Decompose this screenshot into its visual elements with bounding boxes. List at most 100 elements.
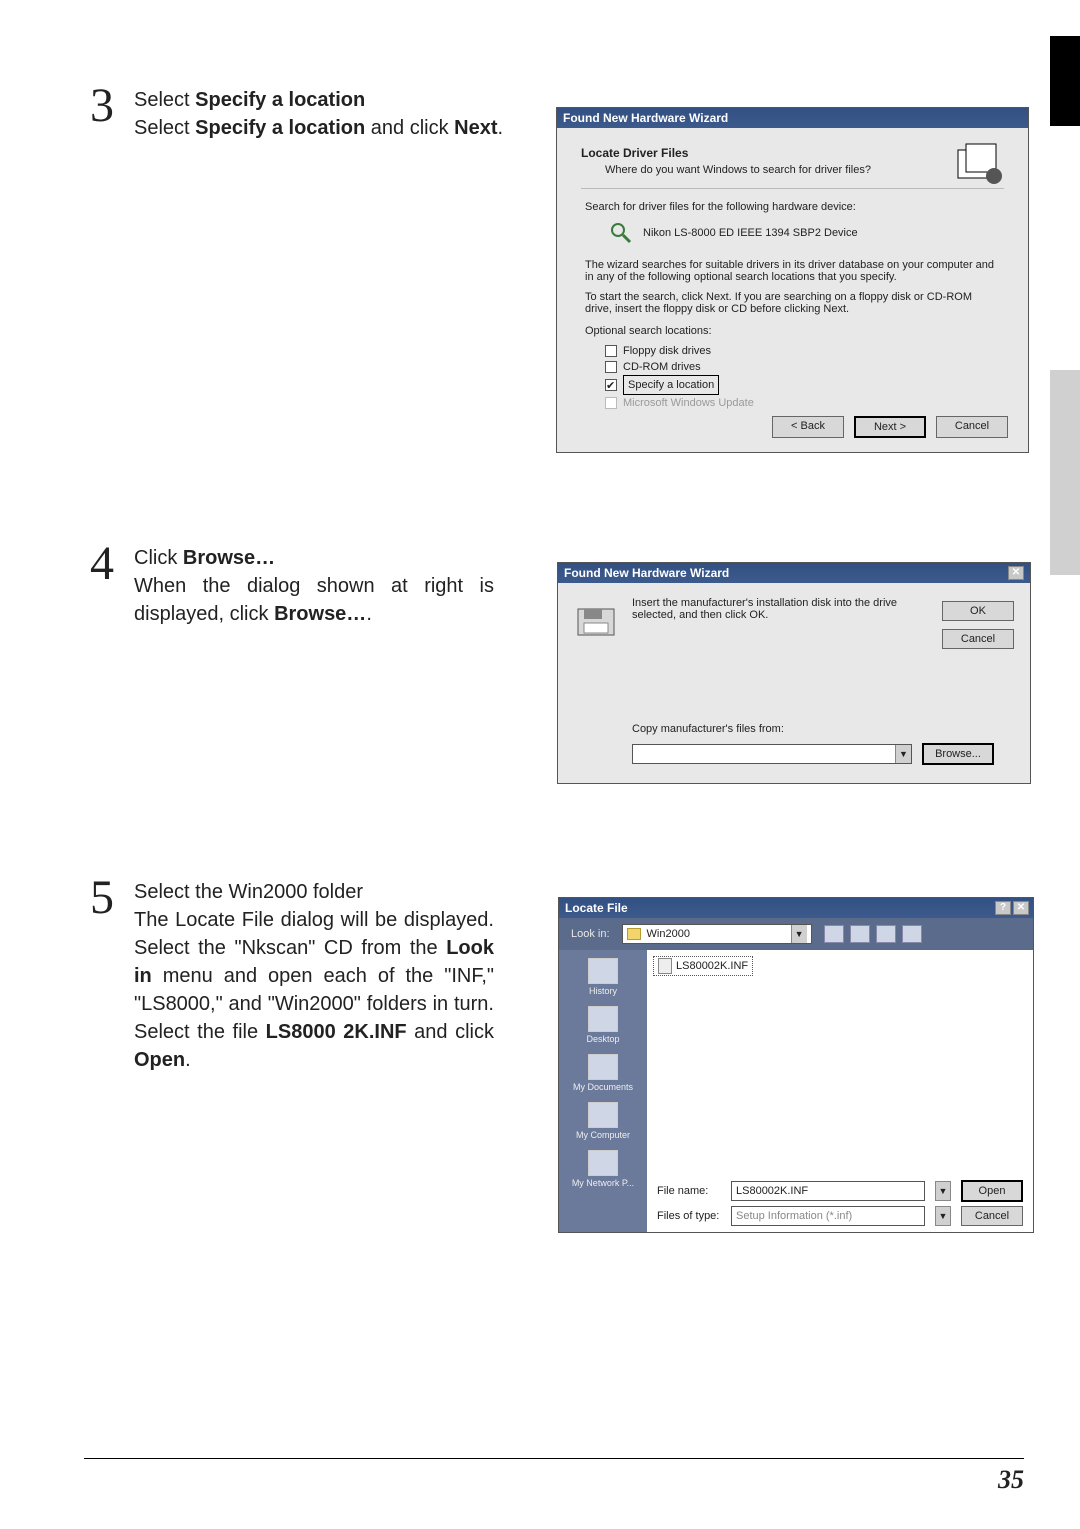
floppy-disk-icon (576, 607, 616, 637)
place-desktop[interactable]: Desktop (563, 1006, 643, 1044)
copy-from-combo[interactable]: ▼ (632, 744, 912, 764)
step-number-5: 5 (90, 874, 114, 922)
magnifier-icon (609, 221, 633, 245)
step5-b4: . (185, 1049, 191, 1071)
place-network[interactable]: My Network P... (563, 1150, 643, 1188)
step5-b1: The Locate File dialog will be displayed… (134, 909, 494, 959)
help-icon[interactable]: ? (995, 901, 1011, 915)
cancel-button[interactable]: Cancel (942, 629, 1014, 649)
cancel-button[interactable]: Cancel (961, 1206, 1023, 1226)
filetype-input[interactable]: Setup Information (*.inf) (731, 1206, 925, 1226)
step5-bold2: LS8000 2K.INF (266, 1021, 407, 1043)
step4-title-bold: Browse… (183, 547, 275, 569)
checkbox-disabled-icon (605, 397, 617, 409)
new-folder-icon[interactable] (876, 925, 896, 943)
history-icon (588, 958, 618, 984)
checkbox-checked-icon[interactable] (605, 379, 617, 391)
copy-from-label: Copy manufacturer's files from: (632, 723, 784, 735)
dialog1-mid: Search for driver files for the followin… (581, 201, 1004, 411)
place-mycomputer[interactable]: My Computer (563, 1102, 643, 1140)
dropdown-arrow-icon[interactable]: ▼ (791, 925, 807, 943)
step-number-4: 4 (90, 540, 114, 588)
place-mydocuments[interactable]: My Documents (563, 1054, 643, 1092)
opt-cdrom-label: CD-ROM drives (623, 359, 701, 375)
device-name: Nikon LS-8000 ED IEEE 1394 SBP2 Device (643, 227, 858, 239)
place-label: Desktop (586, 1034, 619, 1044)
step4-body-bold: Browse… (274, 603, 366, 625)
dialog3-toolbar: Look in: Win2000 ▼ (559, 918, 1033, 950)
back-button[interactable]: < Back (772, 416, 844, 438)
dropdown-arrow-icon[interactable]: ▼ (935, 1206, 951, 1226)
ok-button[interactable]: OK (942, 601, 1014, 621)
dialog2-right-buttons: OK Cancel (942, 601, 1014, 649)
close-icon[interactable]: ✕ (1013, 901, 1029, 915)
opt-cdrom[interactable]: CD-ROM drives (605, 359, 1000, 375)
file-item-label: LS80002K.INF (676, 960, 748, 972)
dialog1-titlebar: Found New Hardware Wizard (557, 108, 1028, 128)
step3-title-bold: Specify a location (195, 89, 365, 111)
place-label: My Documents (573, 1082, 633, 1092)
next-button[interactable]: Next > (854, 416, 926, 438)
close-icon[interactable]: ✕ (1008, 566, 1024, 580)
dropdown-arrow-icon[interactable]: ▼ (935, 1181, 951, 1201)
step3-title-pre: Select (134, 89, 195, 111)
lookin-value: Win2000 (647, 928, 690, 940)
opt-floppy[interactable]: Floppy disk drives (605, 343, 1000, 359)
dropdown-arrow-icon[interactable]: ▼ (895, 745, 911, 763)
cancel-button[interactable]: Cancel (936, 416, 1008, 438)
filename-input[interactable]: LS80002K.INF (731, 1181, 925, 1201)
driver-icon (956, 142, 1004, 186)
open-button[interactable]: Open (961, 1180, 1023, 1202)
dialog3-body: History Desktop My Documents My Computer… (559, 950, 1033, 1232)
step4-body-suffix: . (366, 603, 372, 625)
wizard-dialog-locate-driver: Found New Hardware Wizard Locate Driver … (556, 107, 1029, 453)
step4-title: Click Browse… (134, 544, 494, 572)
step3-body-pre: Select (134, 117, 195, 139)
step5-b3: and click (407, 1021, 494, 1043)
place-label: My Network P... (572, 1178, 634, 1188)
lookin-combo[interactable]: Win2000 ▼ (622, 924, 812, 944)
side-tab-black (1050, 36, 1080, 126)
copy-from-row: ▼ Browse... (632, 743, 994, 765)
wizard-para2: To start the search, click Next. If you … (585, 291, 1000, 315)
dialog1-subtitle: Locate Driver Files (581, 146, 1004, 160)
place-history[interactable]: History (563, 958, 643, 996)
optional-label: Optional search locations: (585, 325, 1000, 337)
opt-windows-update: Microsoft Windows Update (605, 395, 1000, 411)
toolbar-icons (824, 925, 922, 943)
footer-rule (84, 1458, 1024, 1459)
dialog2-titlebar: Found New Hardware Wizard ✕ (558, 563, 1030, 583)
wizard-para1: The wizard searches for suitable drivers… (585, 259, 1000, 283)
filename-row: File name: LS80002K.INF ▼ Open (657, 1180, 1023, 1202)
place-label: History (589, 986, 617, 996)
document-page: 3 Select Specify a location Select Speci… (0, 0, 1080, 1529)
checkbox-icon[interactable] (605, 345, 617, 357)
filetype-value: Setup Information (*.inf) (736, 1210, 852, 1222)
step5-title: Select the Win2000 folder (134, 878, 494, 906)
dialog2-body: Insert the manufacturer's installation d… (558, 583, 1030, 781)
option-list: Floppy disk drives CD-ROM drives Specify… (605, 343, 1000, 411)
filetype-label: Files of type: (657, 1210, 721, 1222)
file-list-area[interactable]: LS80002K.INF File name: LS80002K.INF ▼ O… (647, 950, 1033, 1232)
view-menu-icon[interactable] (902, 925, 922, 943)
opt-specify[interactable]: Specify a location (605, 375, 1000, 395)
side-tab-gray (1050, 370, 1080, 575)
place-label: My Computer (576, 1130, 630, 1140)
step3-body-suffix: . (498, 117, 504, 139)
locate-file-dialog: Locate File ? ✕ Look in: Win2000 ▼ Histo (558, 897, 1034, 1233)
network-icon (588, 1150, 618, 1176)
up-folder-icon[interactable] (850, 925, 870, 943)
step5-bold3: Open (134, 1049, 185, 1071)
step3-title: Select Specify a location (134, 86, 554, 114)
file-item-ls80002k[interactable]: LS80002K.INF (653, 956, 753, 976)
browse-button[interactable]: Browse... (922, 743, 994, 765)
step4-body: When the dialog shown at right is displa… (134, 572, 494, 628)
back-arrow-icon[interactable] (824, 925, 844, 943)
dialog1-body: Locate Driver Files Where do you want Wi… (557, 128, 1028, 450)
search-line: Search for driver files for the followin… (585, 201, 1000, 213)
step3-body-mid: and click (365, 117, 454, 139)
filename-value: LS80002K.INF (736, 1185, 808, 1197)
dialog2-message: Insert the manufacturer's installation d… (632, 597, 922, 621)
checkbox-icon[interactable] (605, 361, 617, 373)
computer-icon (588, 1102, 618, 1128)
